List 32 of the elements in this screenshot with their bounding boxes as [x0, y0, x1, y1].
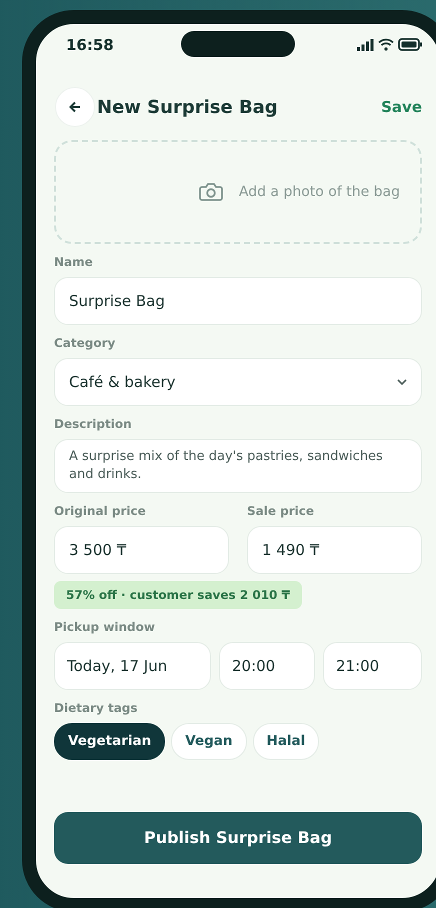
- save-link[interactable]: Save: [381, 96, 422, 118]
- tag-chip[interactable]: Vegetarian: [54, 723, 166, 760]
- battery-icon: [398, 38, 422, 51]
- chevron-down-icon: [397, 379, 407, 385]
- category-select[interactable]: Café & bakery: [54, 358, 422, 406]
- signal-icon: [357, 38, 374, 50]
- back-arrow-icon: [69, 101, 81, 113]
- tag-chip[interactable]: Halal: [252, 723, 320, 760]
- description-field[interactable]: A surprise mix of the day's pastries, sandwiches and drinks.: [54, 439, 422, 493]
- field-label: Category: [54, 335, 116, 352]
- price-field[interactable]: 3 500 ₸: [54, 526, 229, 574]
- tag-chip[interactable]: Vegan: [171, 723, 247, 760]
- category-value: Café & bakery: [69, 372, 176, 393]
- name-field[interactable]: Surprise Bag: [54, 277, 422, 325]
- savings-badge: 57% off · customer saves 2 010 ₸: [54, 581, 302, 609]
- end-time-field[interactable]: 21:00: [323, 642, 422, 690]
- wifi-icon: [378, 38, 394, 51]
- back-button[interactable]: [55, 87, 95, 127]
- photo-hint: Add a photo of the bag: [238, 182, 400, 202]
- field-label: Description: [54, 416, 133, 433]
- field-label: Sale price: [247, 503, 316, 520]
- field-label: Original price: [54, 503, 147, 520]
- camera-icon: [198, 182, 223, 202]
- status-time: 16:58: [66, 35, 114, 56]
- price-field[interactable]: 1 490 ₸: [247, 526, 422, 574]
- field-label: Name: [54, 254, 94, 271]
- date-field[interactable]: Today, 17 Jun: [54, 642, 211, 690]
- field-label: Dietary tags: [54, 700, 139, 717]
- screen-title: New Surprise Bag: [97, 96, 279, 120]
- publish-button[interactable]: Publish Surprise Bag: [54, 812, 422, 864]
- start-time-field[interactable]: 20:00: [219, 642, 315, 690]
- field-label: Pickup window: [54, 619, 156, 636]
